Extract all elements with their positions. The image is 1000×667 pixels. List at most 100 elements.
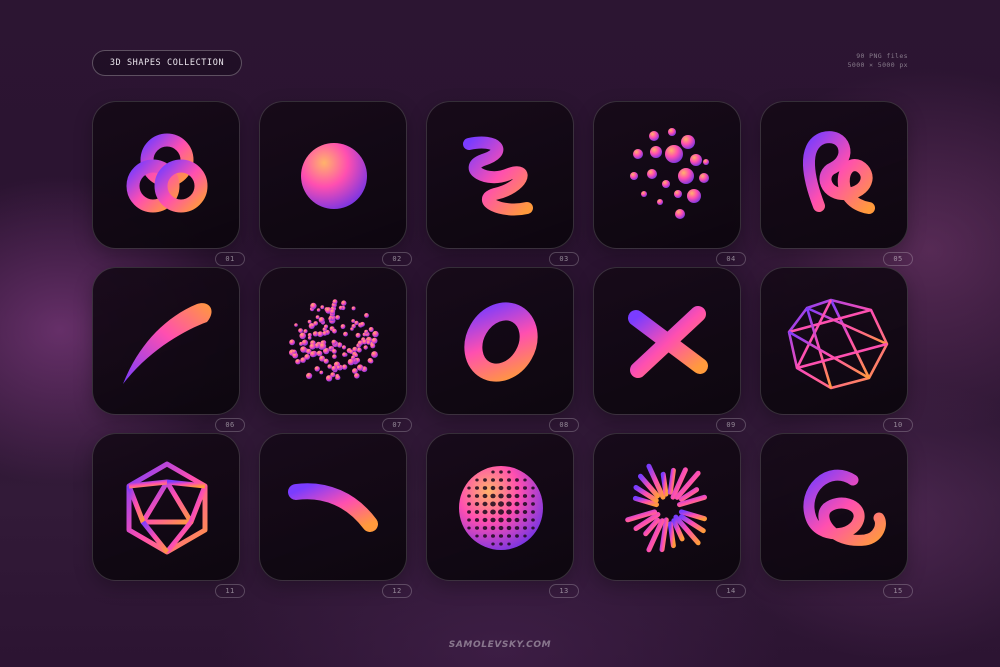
radial-burst-icon [619, 463, 707, 553]
particle [364, 329, 369, 334]
voronoi-hole [490, 501, 496, 507]
particle [370, 343, 376, 349]
voronoi-hole [507, 470, 511, 474]
voronoi-hole [522, 518, 528, 522]
particle [292, 352, 299, 359]
shape-card[interactable]: 07 [259, 267, 412, 432]
voronoi-hole [506, 493, 512, 499]
shape-card[interactable]: 02 [259, 101, 412, 266]
burst-ray [660, 471, 669, 497]
brand-footer[interactable]: SAMOLEVSKY.COM [0, 640, 1000, 650]
shape-card[interactable]: 08 [426, 267, 579, 432]
particle [292, 349, 297, 354]
particle [340, 324, 346, 329]
voronoi-hole [531, 510, 535, 514]
shape-card[interactable]: 14 [593, 433, 746, 598]
voronoi-hole [467, 510, 471, 514]
cross-icon [628, 306, 708, 378]
voronoi-hole [522, 502, 528, 506]
shape-number: 06 [215, 418, 245, 432]
shape-card[interactable]: 05 [760, 101, 913, 266]
shape-tile [92, 433, 240, 581]
voronoi-hole [515, 534, 519, 538]
shape-number: 14 [716, 584, 746, 598]
particle [335, 315, 341, 320]
particle [357, 340, 364, 346]
particle [354, 373, 360, 379]
voronoi-hole [491, 542, 495, 546]
voronoi-hole [506, 501, 512, 507]
particle [298, 328, 303, 333]
spiral-tube-icon [803, 469, 886, 546]
particle [295, 359, 301, 365]
particle [342, 352, 347, 357]
torus-icon [464, 302, 538, 382]
particle [318, 317, 325, 323]
particle [369, 359, 374, 364]
voronoi-hole [531, 518, 535, 522]
voronoi-hole [498, 501, 504, 507]
shape-card[interactable]: 13 [426, 433, 579, 598]
voronoi-hole [467, 494, 471, 498]
particle [312, 331, 319, 337]
particle [314, 366, 320, 372]
curved-capsule-icon [288, 483, 378, 532]
particle [300, 346, 307, 353]
particle [307, 336, 312, 340]
particle [347, 358, 355, 366]
particle [306, 372, 313, 379]
particle [322, 331, 328, 336]
voronoi-hole [474, 502, 480, 506]
wireframe-polyhedron-icon [787, 298, 889, 390]
voronoi-hole [514, 517, 520, 523]
voronoi-hole [522, 510, 528, 514]
shape-card[interactable]: 11 [92, 433, 245, 598]
shape-card[interactable]: 03 [426, 101, 579, 266]
shape-card[interactable]: 06 [92, 267, 245, 432]
shape-card[interactable]: 04 [593, 101, 746, 266]
voronoi-hole [506, 509, 512, 515]
shape-tile [760, 101, 908, 249]
voronoi-hole [531, 526, 535, 530]
shape-card[interactable]: 12 [259, 433, 412, 598]
shape-card[interactable]: 15 [760, 433, 913, 598]
zigzag-tube-icon [463, 136, 533, 216]
particle [352, 346, 358, 352]
particle [317, 331, 324, 338]
shape-tile [92, 101, 240, 249]
file-resolution: 5000 × 5000 px [847, 61, 908, 69]
shape-tile [92, 267, 240, 415]
shape-number: 12 [382, 584, 412, 598]
particle [332, 328, 337, 334]
shape-number: 03 [549, 252, 579, 266]
particle [335, 375, 341, 380]
shape-tile [426, 101, 574, 249]
shape-tile [593, 433, 741, 581]
shape-tile [426, 433, 574, 581]
shape-tile [259, 433, 407, 581]
voronoi-hole [482, 509, 488, 515]
collection-title: 3D SHAPES COLLECTION [109, 58, 225, 68]
particle [332, 354, 337, 359]
trefoil-knot-icon [126, 133, 208, 213]
shape-number: 07 [382, 418, 412, 432]
file-info: 90 PNG files 5000 × 5000 px [848, 52, 908, 70]
voronoi-hole [523, 478, 527, 482]
voronoi-hole [523, 534, 527, 538]
shape-card[interactable]: 10 [760, 267, 913, 432]
particle [341, 300, 347, 306]
particle [320, 305, 325, 310]
particle [289, 339, 295, 346]
particle [309, 351, 317, 358]
bubble-cluster-icon [630, 128, 709, 219]
particle [360, 321, 365, 327]
shape-card[interactable]: 01 [92, 101, 245, 266]
voronoi-hole [507, 534, 511, 538]
particle [368, 327, 374, 332]
shape-card[interactable]: 09 [593, 267, 746, 432]
voronoi-hole [506, 525, 512, 531]
particle [323, 358, 329, 364]
particle [338, 305, 343, 310]
particle [319, 342, 327, 350]
shape-number: 09 [716, 418, 746, 432]
